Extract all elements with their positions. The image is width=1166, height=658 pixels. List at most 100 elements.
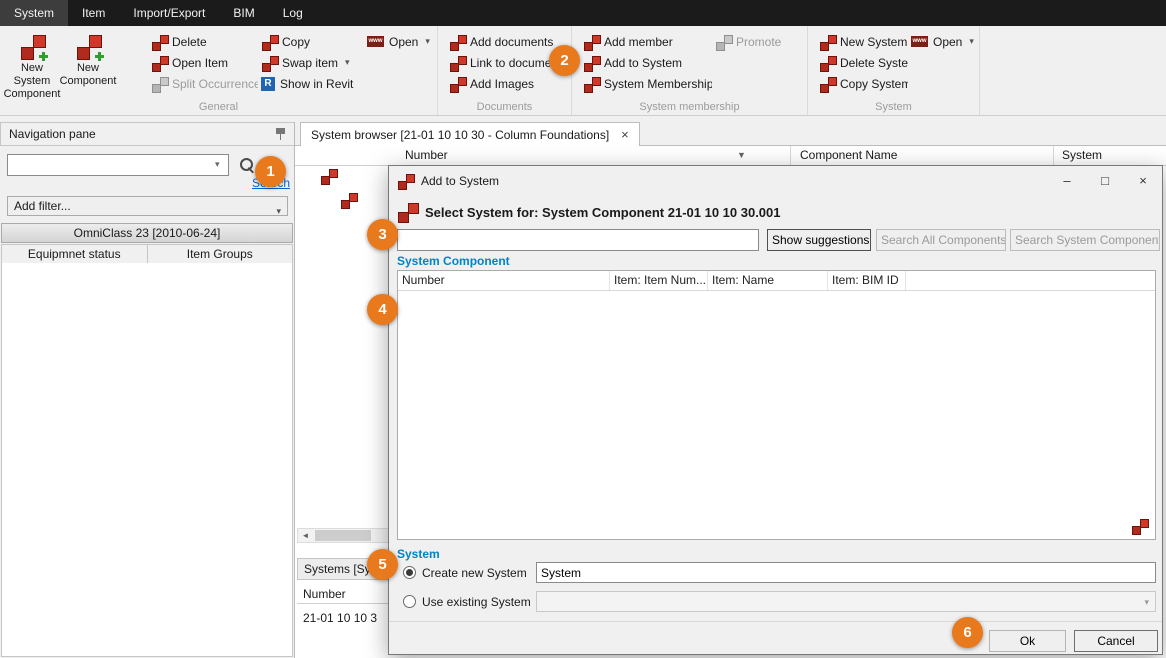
- close-icon[interactable]: ×: [1124, 166, 1162, 196]
- document-tab-strip: System browser [21-01 10 10 30 - Column …: [295, 122, 1166, 146]
- dialog-title-bar[interactable]: Add to System: [389, 166, 1162, 196]
- use-existing-system-radio[interactable]: [403, 595, 416, 608]
- system-search-input[interactable]: [397, 229, 759, 251]
- add-member-button[interactable]: Add member: [580, 31, 712, 52]
- open-web-icon: www: [367, 36, 384, 47]
- add-filter-button[interactable]: Add filter... ▾: [7, 196, 288, 216]
- menu-tab-system[interactable]: System: [0, 0, 68, 26]
- ribbon-column: Delete Open Item Split Occurrence: [148, 29, 258, 101]
- button-label: New: [77, 62, 99, 75]
- delete-system-button[interactable]: Delete System: [816, 52, 908, 73]
- system-component-table[interactable]: Number Item: Item Num... Item: Name Item…: [397, 270, 1156, 540]
- new-system-button[interactable]: New System: [816, 31, 908, 52]
- add-documents-button[interactable]: Add documents: [446, 31, 569, 52]
- button-label: Delete: [172, 35, 207, 49]
- new-component-button[interactable]: New Component: [60, 29, 116, 101]
- copy-button[interactable]: Copy: [258, 31, 364, 52]
- column-header-component-name[interactable]: Component Name: [800, 148, 897, 162]
- menu-tab-import-export[interactable]: Import/Export: [119, 0, 219, 26]
- menu-tab-item[interactable]: Item: [68, 0, 119, 26]
- promote-button[interactable]: Promote: [712, 31, 784, 52]
- new-system-component-button[interactable]: New System Component: [4, 29, 60, 101]
- ribbon-column: www Open ▾: [908, 29, 977, 101]
- open-item-button[interactable]: Open Item: [148, 52, 258, 73]
- ribbon-column: Promote: [712, 29, 784, 101]
- new-component-icon: [75, 33, 101, 59]
- existing-system-combo[interactable]: ▾: [536, 591, 1156, 612]
- tab-close-icon[interactable]: ×: [621, 128, 629, 141]
- ribbon-group-label: Documents: [438, 101, 571, 115]
- create-new-system-label[interactable]: Create new System: [422, 563, 527, 583]
- menu-tab-bim[interactable]: BIM: [219, 0, 268, 26]
- tab-equipment-status[interactable]: Equipmnet status: [1, 244, 148, 264]
- tab-item-groups[interactable]: Item Groups: [148, 244, 294, 264]
- component-icon[interactable]: [340, 192, 356, 208]
- column-divider[interactable]: [1053, 146, 1054, 166]
- add-to-system-icon: [583, 55, 599, 71]
- column-header-number[interactable]: Number: [405, 148, 448, 162]
- button-label: Open Item: [172, 56, 228, 70]
- copy-system-button[interactable]: Copy System: [816, 73, 908, 94]
- ok-button[interactable]: Ok: [989, 630, 1066, 652]
- ribbon-group-general: New System Component New Component Delet…: [0, 26, 438, 115]
- component-icon[interactable]: [320, 168, 336, 184]
- swap-item-button[interactable]: Swap item ▾: [258, 52, 364, 73]
- search-icon[interactable]: [239, 157, 255, 173]
- nav-tab-row: Equipmnet status Item Groups: [1, 244, 293, 264]
- callout-5: 5: [367, 549, 398, 580]
- nav-search-combo-input[interactable]: [7, 154, 229, 176]
- open-dropdown-button[interactable]: www Open ▾: [364, 31, 433, 52]
- search-all-components-button[interactable]: Search All Components: [876, 229, 1006, 251]
- tab-system-browser[interactable]: System browser [21-01 10 10 30 - Column …: [300, 122, 640, 146]
- button-label: Split Occurrence: [172, 77, 258, 91]
- column-header-item-name[interactable]: Item: Name: [708, 271, 828, 290]
- minimize-icon[interactable]: –: [1048, 166, 1086, 196]
- component-icon[interactable]: [1131, 518, 1147, 534]
- chevron-down-icon[interactable]: ▾: [215, 159, 220, 170]
- new-system-name-input[interactable]: [536, 562, 1156, 583]
- callout-3: 3: [367, 219, 398, 250]
- pin-icon[interactable]: [275, 128, 286, 141]
- tab-label: System browser [21-01 10 10 30 - Column …: [311, 128, 609, 142]
- ribbon-group-label: General: [0, 101, 437, 115]
- create-new-system-radio[interactable]: [403, 566, 416, 579]
- column-header-system[interactable]: System: [1062, 148, 1102, 162]
- use-existing-system-label[interactable]: Use existing System: [422, 592, 531, 612]
- scroll-left-icon[interactable]: ◄: [298, 531, 313, 540]
- column-header-bim-id[interactable]: Item: BIM ID: [828, 271, 906, 290]
- show-suggestions-button[interactable]: Show suggestions: [767, 229, 871, 251]
- ribbon: New System Component New Component Delet…: [0, 26, 1166, 116]
- system-memberships-button[interactable]: System Memberships: [580, 73, 712, 94]
- column-divider[interactable]: [790, 146, 791, 166]
- navigation-pane: Navigation pane ▾ × Search Add filter...…: [0, 122, 295, 658]
- column-header-item-number[interactable]: Item: Item Num...: [610, 271, 708, 290]
- scrollbar-thumb[interactable]: [315, 530, 371, 541]
- button-label: Component: [60, 75, 117, 88]
- delete-button[interactable]: Delete: [148, 31, 258, 52]
- systems-panel-title: Systems [Sy: [304, 562, 371, 576]
- add-images-button[interactable]: Add Images: [446, 73, 569, 94]
- open-item-icon: [151, 55, 167, 71]
- menu-tab-log[interactable]: Log: [269, 0, 317, 26]
- open-system-dropdown-button[interactable]: www Open ▾: [908, 31, 977, 52]
- omniclass-header[interactable]: OmniClass 23 [2010-06-24]: [1, 223, 293, 243]
- cancel-button[interactable]: Cancel: [1074, 630, 1158, 652]
- callout-4: 4: [367, 294, 398, 325]
- ribbon-column: www Open ▾: [364, 29, 433, 101]
- sort-descending-icon: ▼: [737, 150, 746, 160]
- show-in-revit-button[interactable]: R Show in Revit: [258, 73, 364, 94]
- ribbon-group-label: System membership: [572, 101, 807, 115]
- add-to-system-button[interactable]: Add to System: [580, 52, 712, 73]
- dialog-heading-text: Select System for: System Component 21-0…: [425, 205, 781, 220]
- maximize-icon[interactable]: □: [1086, 166, 1124, 196]
- button-label: Promote: [736, 35, 781, 49]
- button-label: Delete System: [840, 56, 908, 70]
- split-occurrence-button[interactable]: Split Occurrence: [148, 73, 258, 94]
- nav-list-area[interactable]: [1, 263, 293, 657]
- open-web-icon: www: [911, 36, 928, 47]
- search-system-components-button[interactable]: Search System Components: [1010, 229, 1160, 251]
- column-header-number[interactable]: Number: [398, 271, 610, 290]
- chevron-down-icon: ▾: [1144, 597, 1149, 608]
- delete-system-icon: [819, 55, 835, 71]
- button-label: Add documents: [470, 35, 553, 49]
